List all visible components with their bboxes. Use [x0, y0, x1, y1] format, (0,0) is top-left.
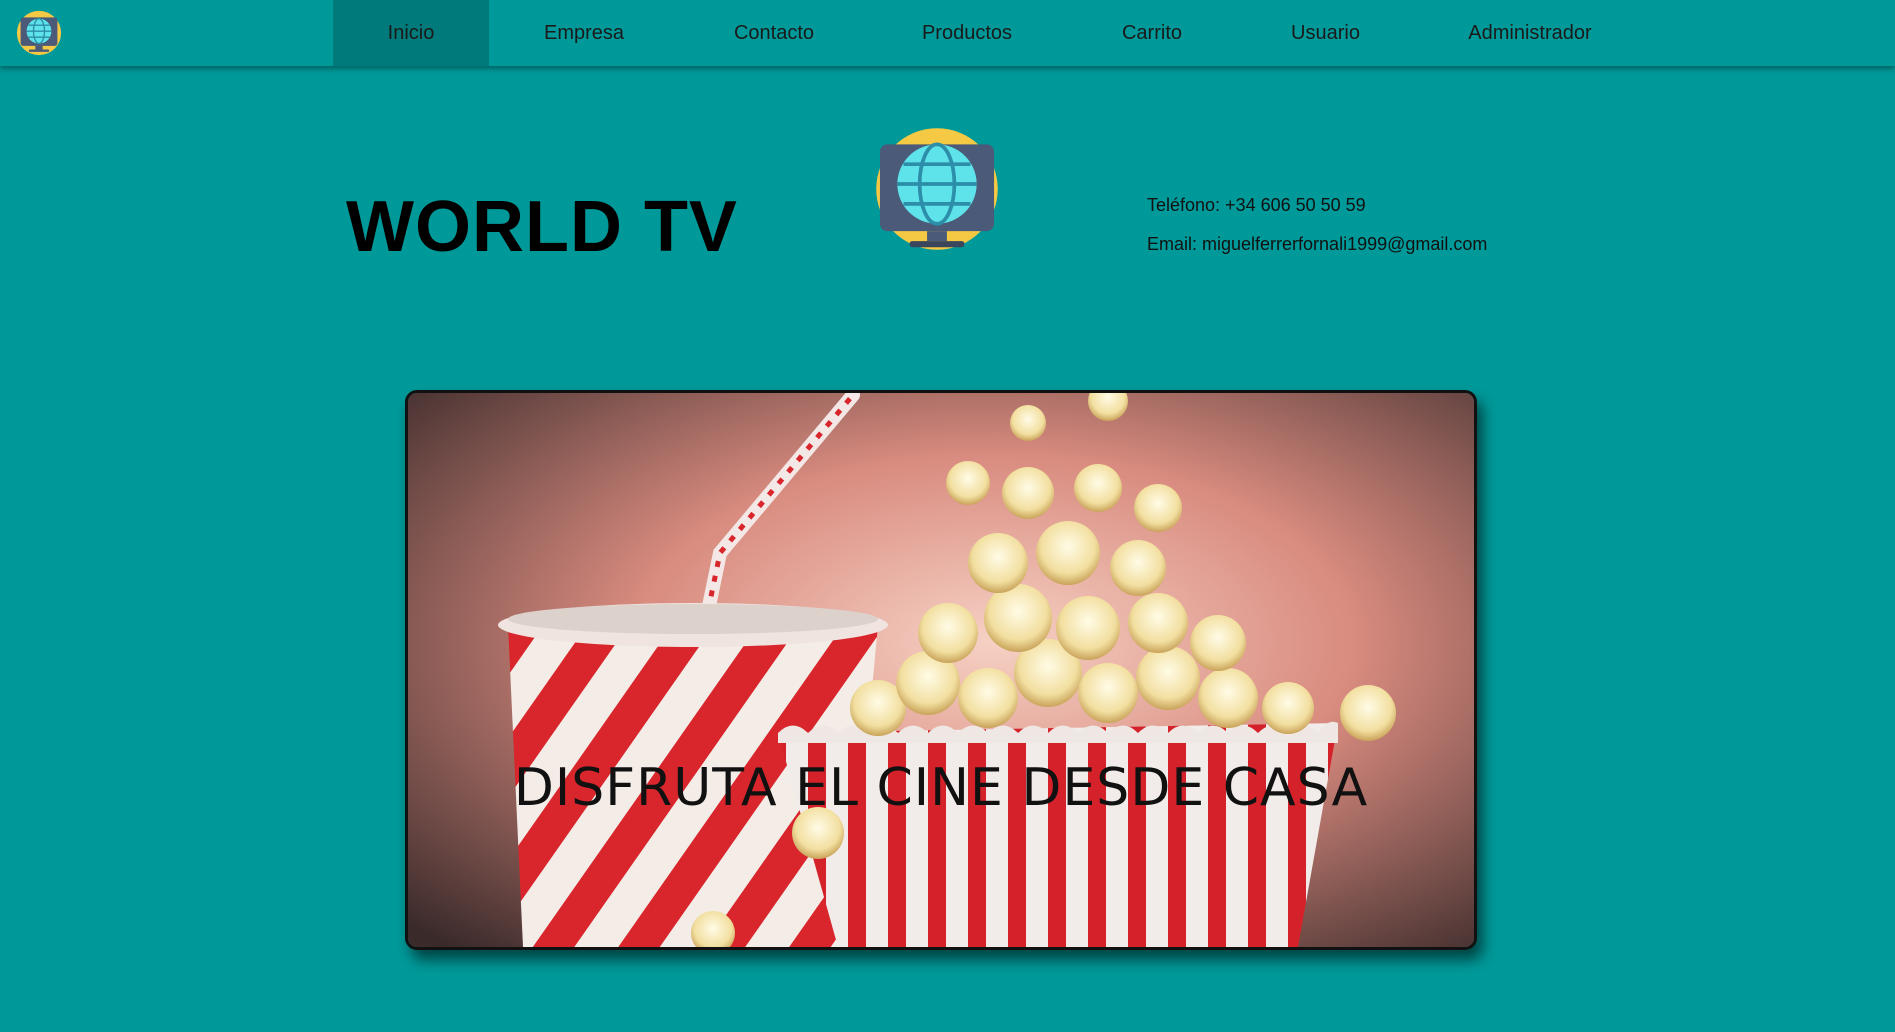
nav-item-carrito[interactable]: Carrito	[1098, 0, 1206, 66]
banner-caption: DISFRUTA EL CINE DESDE CASA	[513, 758, 1369, 818]
contact-phone: Teléfono: +34 606 50 50 59	[1147, 195, 1366, 215]
nav-item-usuario[interactable]: Usuario	[1268, 0, 1383, 66]
hero-banner: DISFRUTA EL CINE DESDE CASA	[405, 390, 1477, 950]
nav-item-administrador[interactable]: Administrador	[1440, 0, 1620, 66]
nav-item-inicio[interactable]: Inicio	[333, 0, 489, 66]
top-navbar: Inicio Empresa Contacto Productos Carrit…	[0, 0, 1895, 66]
brand-title: WORLD TV	[346, 187, 738, 267]
contact-email: Email: miguelferrerfornali1999@gmail.com	[1147, 234, 1488, 254]
popcorn-and-soda-illustration	[408, 393, 1474, 947]
nav-item-productos[interactable]: Productos	[897, 0, 1037, 66]
globe-tv-icon	[876, 128, 998, 250]
nav-item-empresa[interactable]: Empresa	[520, 0, 648, 66]
nav-item-contacto[interactable]: Contacto	[710, 0, 838, 66]
globe-tv-icon[interactable]	[16, 10, 62, 56]
